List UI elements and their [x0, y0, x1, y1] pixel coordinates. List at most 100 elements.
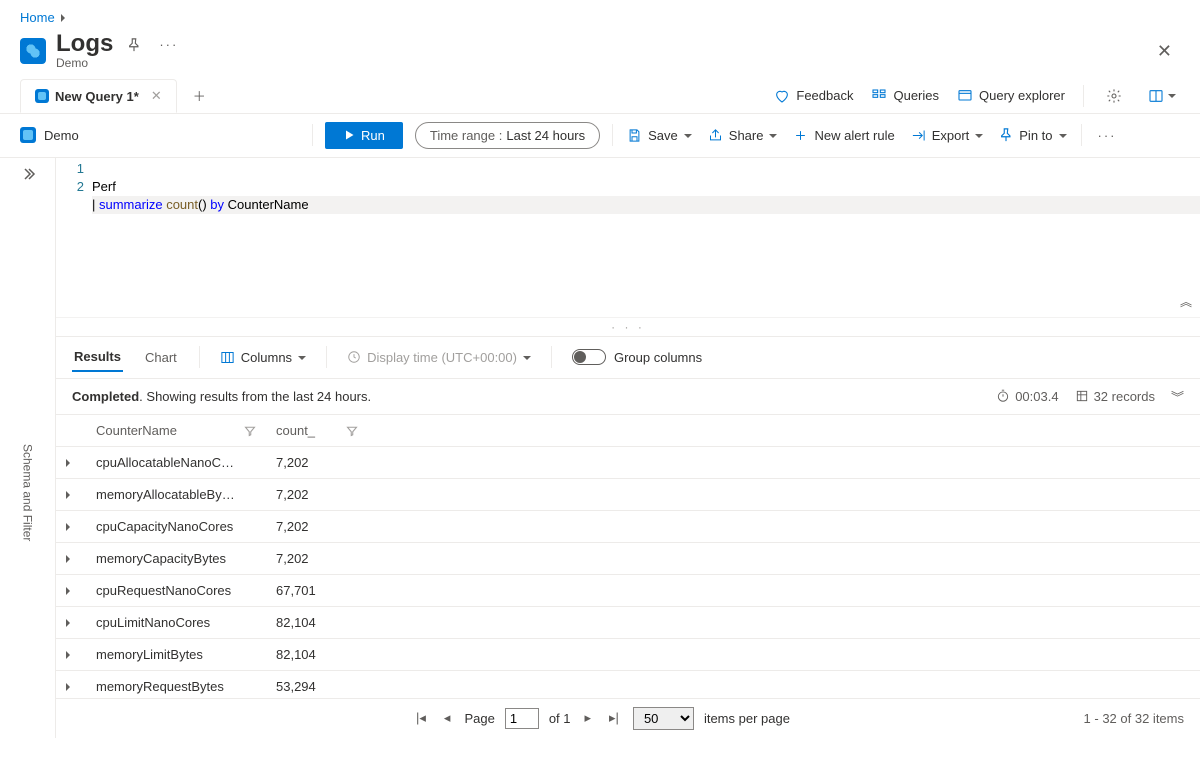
query-tab[interactable]: New Query 1* ✕: [20, 79, 177, 113]
table-row[interactable]: cpuCapacityNanoCores7,202: [56, 510, 1200, 542]
columns-button[interactable]: Columns: [220, 350, 306, 365]
toolbar-overflow[interactable]: ···: [1094, 128, 1121, 143]
side-panel: Schema and Filter: [0, 158, 56, 738]
expand-row-icon[interactable]: [56, 670, 86, 698]
close-tab-icon[interactable]: ✕: [151, 88, 162, 104]
pager-of-label: of 1: [549, 711, 571, 726]
cell-count: 7,202: [266, 542, 1200, 574]
table-row[interactable]: memoryLimitBytes82,104: [56, 638, 1200, 670]
pager-first[interactable]: |◂: [412, 708, 430, 728]
pin-icon[interactable]: [127, 38, 141, 52]
queries-icon: [871, 88, 887, 104]
resource-icon: [20, 38, 46, 64]
pager-page-label: Page: [464, 711, 494, 726]
pin-to-button[interactable]: Pin to: [997, 124, 1068, 147]
page-subtitle: Demo: [56, 57, 113, 70]
columns-icon: [220, 350, 235, 365]
table-row[interactable]: cpuLimitNanoCores82,104: [56, 606, 1200, 638]
columns-label: Columns: [241, 350, 292, 365]
panel-layout-button[interactable]: [1144, 86, 1180, 106]
expand-row-icon[interactable]: [56, 638, 86, 670]
filter-icon[interactable]: [244, 425, 256, 437]
share-icon: [708, 128, 723, 143]
expand-row-icon[interactable]: [56, 510, 86, 542]
cell-count: 67,701: [266, 574, 1200, 606]
pager-size-select[interactable]: 50: [633, 707, 694, 730]
scope-icon: [20, 127, 36, 143]
collapse-results-icon[interactable]: ︾: [1171, 387, 1184, 406]
tab-chart[interactable]: Chart: [143, 344, 179, 371]
query-tab-label: New Query 1*: [55, 89, 139, 104]
time-range-value: Last 24 hours: [506, 128, 585, 143]
table-row[interactable]: cpuRequestNanoCores67,701: [56, 574, 1200, 606]
expand-panel-button[interactable]: [20, 166, 36, 182]
expand-row-icon[interactable]: [56, 446, 86, 478]
share-button[interactable]: Share: [706, 124, 780, 147]
pager-page-input[interactable]: [505, 708, 539, 729]
record-count: 32 records: [1075, 389, 1155, 404]
query-explorer-button[interactable]: Query explorer: [957, 88, 1065, 104]
breadcrumb: Home: [0, 0, 1200, 31]
display-time-button[interactable]: Display time (UTC+00:00): [347, 350, 531, 365]
feedback-label: Feedback: [796, 88, 853, 103]
heart-icon: [774, 88, 790, 104]
tab-results[interactable]: Results: [72, 343, 123, 372]
time-range-picker[interactable]: Time range : Last 24 hours: [415, 122, 600, 149]
pager: |◂ ◂ Page of 1 ▸ ▸| 50 items per page 1 …: [56, 698, 1200, 738]
scope-name: Demo: [44, 128, 79, 143]
share-label: Share: [729, 128, 764, 143]
pager-last[interactable]: ▸|: [605, 708, 623, 728]
close-button[interactable]: ✕: [1149, 37, 1180, 66]
pin-icon: [999, 128, 1013, 142]
chevron-down-icon: [298, 350, 306, 365]
clock-icon: [347, 350, 361, 364]
save-label: Save: [648, 128, 678, 143]
filter-icon[interactable]: [346, 425, 358, 437]
time-range-label: Time range :: [430, 128, 503, 143]
table-row[interactable]: cpuAllocatableNanoC…7,202: [56, 446, 1200, 478]
schema-filter-label[interactable]: Schema and Filter: [21, 444, 35, 541]
pager-next[interactable]: ▸: [581, 708, 596, 728]
feedback-button[interactable]: Feedback: [774, 88, 853, 104]
export-label: Export: [932, 128, 970, 143]
run-button[interactable]: Run: [325, 122, 403, 149]
cell-count: 7,202: [266, 510, 1200, 542]
scope-selector[interactable]: Demo: [20, 127, 300, 143]
table-row[interactable]: memoryAllocatableBy…7,202: [56, 478, 1200, 510]
new-alert-button[interactable]: New alert rule: [791, 124, 896, 147]
editor-code[interactable]: Perf| summarize count() by CounterName: [92, 160, 1200, 315]
save-button[interactable]: Save: [625, 124, 694, 147]
cell-count: 82,104: [266, 606, 1200, 638]
explorer-icon: [957, 88, 973, 104]
expand-row-icon[interactable]: [56, 478, 86, 510]
export-button[interactable]: Export: [909, 124, 986, 147]
breadcrumb-home[interactable]: Home: [20, 10, 55, 25]
add-tab-button[interactable]: ＋: [185, 80, 214, 111]
status-message: . Showing results from the last 24 hours…: [139, 389, 371, 404]
more-icon[interactable]: ···: [155, 37, 182, 52]
expand-row-icon[interactable]: [56, 542, 86, 574]
chevron-down-icon: [523, 350, 531, 365]
chevron-down-icon: [684, 128, 692, 143]
chevron-down-icon: [1168, 88, 1176, 103]
run-label: Run: [361, 128, 385, 143]
settings-icon[interactable]: [1102, 86, 1126, 106]
column-header-count[interactable]: count_: [266, 415, 1200, 447]
column-header-countername[interactable]: CounterName: [86, 415, 266, 447]
table-row[interactable]: memoryRequestBytes53,294: [56, 670, 1200, 698]
table-row[interactable]: memoryCapacityBytes7,202: [56, 542, 1200, 574]
plus-icon: [793, 128, 808, 143]
pager-prev[interactable]: ◂: [440, 708, 455, 728]
chevron-down-icon: [769, 128, 777, 143]
query-tabstrip: New Query 1* ✕ ＋ Feedback Queries Query …: [0, 79, 1200, 114]
collapse-editor-icon[interactable]: ︽: [1180, 293, 1192, 311]
queries-button[interactable]: Queries: [871, 88, 939, 104]
group-columns-toggle[interactable]: Group columns: [572, 349, 702, 365]
expand-row-icon[interactable]: [56, 574, 86, 606]
query-editor[interactable]: 12 Perf| summarize count() by CounterNam…: [56, 158, 1200, 318]
chevron-down-icon: [975, 128, 983, 143]
expand-row-icon[interactable]: [56, 606, 86, 638]
resize-handle[interactable]: · · ·: [56, 318, 1200, 337]
cell-countername: cpuAllocatableNanoC…: [86, 446, 266, 478]
cell-count: 82,104: [266, 638, 1200, 670]
